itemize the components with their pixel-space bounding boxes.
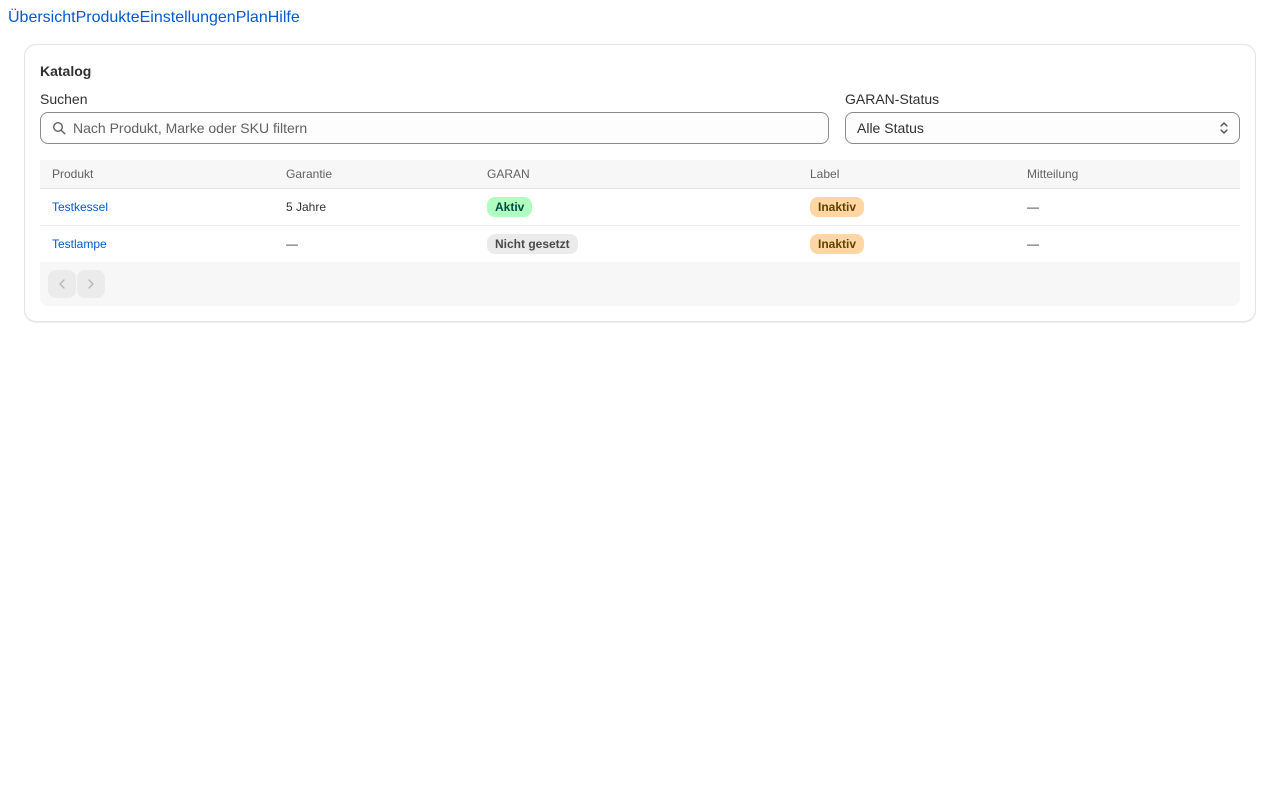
cell-warranty: 5 Jahre (274, 188, 475, 226)
cell-label: Inaktiv (798, 226, 1015, 263)
catalog-card: Katalog Suchen GARAN-Status Alle Status … (24, 44, 1256, 322)
cell-message: — (1015, 188, 1240, 226)
status-badge: Aktiv (487, 197, 533, 217)
column-header-product[interactable]: Produkt (40, 160, 274, 189)
status-filter-label: GARAN-Status (845, 91, 940, 107)
chevron-left-icon (59, 279, 65, 289)
select-chevrons-icon (1220, 122, 1228, 134)
nav-link-help[interactable]: Hilfe (268, 8, 300, 28)
status-badge: Inaktiv (810, 234, 865, 254)
status-filter-select[interactable]: Alle Status (845, 112, 1240, 144)
search-field[interactable] (40, 112, 829, 144)
column-header-message[interactable]: Mitteilung (1015, 160, 1240, 189)
table-row: Testkessel 5 Jahre Aktiv Inaktiv — (40, 188, 1240, 226)
nav-link-products[interactable]: Produkte (76, 8, 140, 28)
status-filter-value: Alle Status (857, 120, 924, 136)
cell-message: — (1027, 237, 1039, 251)
cell-label: Inaktiv (798, 188, 1015, 226)
column-header-label[interactable]: Label (798, 160, 1015, 189)
previous-page-button[interactable] (48, 270, 76, 298)
top-navigation: Übersicht Produkte Einstellungen Plan Hi… (8, 8, 300, 28)
cell-garan: Nicht gesetzt (475, 226, 798, 263)
search-input[interactable] (73, 118, 828, 138)
table-header-row: Produkt Garantie GARAN Label Mitteilung (40, 160, 1240, 189)
table-row: Testlampe — Nicht gesetzt Inaktiv — (40, 226, 1240, 263)
cell-garan: Aktiv (475, 188, 798, 226)
cell-product: Testkessel (40, 188, 274, 226)
status-badge: Inaktiv (810, 197, 865, 217)
next-page-button[interactable] (77, 270, 105, 298)
nav-link-settings[interactable]: Einstellungen (140, 8, 236, 28)
pagination (40, 262, 1240, 306)
search-icon (52, 121, 66, 135)
column-header-garan[interactable]: GARAN (475, 160, 798, 189)
chevron-right-icon (88, 279, 94, 289)
nav-link-plan[interactable]: Plan (236, 8, 268, 28)
nav-link-overview[interactable]: Übersicht (8, 8, 76, 28)
product-link[interactable]: Testlampe (52, 237, 107, 251)
card-title: Katalog (40, 63, 92, 79)
cell-warranty: — (286, 237, 298, 251)
cell-product: Testlampe (40, 226, 274, 263)
product-table: Produkt Garantie GARAN Label Mitteilung … (40, 160, 1240, 262)
column-header-warranty[interactable]: Garantie (274, 160, 475, 189)
search-label: Suchen (40, 91, 88, 107)
status-badge: Nicht gesetzt (487, 234, 578, 254)
product-link[interactable]: Testkessel (52, 200, 108, 214)
